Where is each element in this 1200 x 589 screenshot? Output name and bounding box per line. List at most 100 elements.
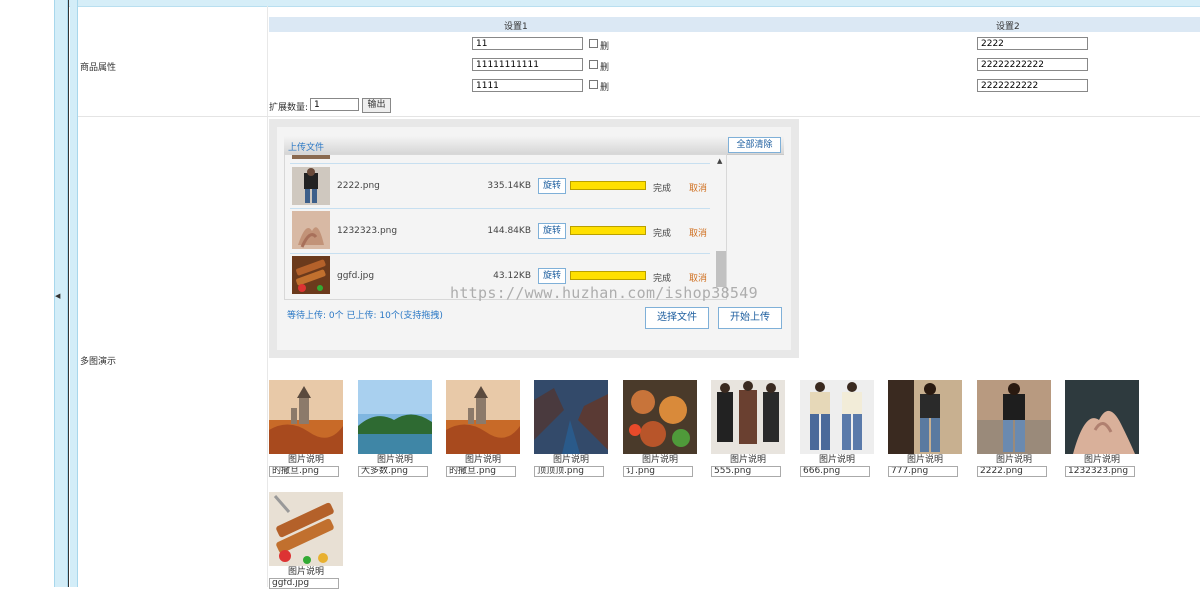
divider <box>68 0 69 587</box>
multi-image-label: 多图演示 <box>80 357 117 367</box>
row-divider <box>78 116 1200 117</box>
cancel-link[interactable]: 取消 <box>689 271 707 284</box>
scroll-up-icon[interactable]: ▲ <box>717 157 722 165</box>
cancel-link[interactable]: 取消 <box>689 226 707 239</box>
select-file-button[interactable]: 选择文件 <box>645 307 709 329</box>
image-filename-input[interactable]: 555.png <box>711 466 781 477</box>
image-caption: 图片说明 <box>464 455 501 465</box>
uploader-title: 上传文件 <box>288 143 325 153</box>
gallery-image[interactable] <box>358 380 432 454</box>
cancel-link[interactable]: 取消 <box>689 181 707 194</box>
gallery-item[interactable]: 图片说明 的撒旦.png <box>446 380 520 477</box>
uploader-header <box>284 136 784 155</box>
gallery-image[interactable] <box>623 380 697 454</box>
gallery-item[interactable]: 图片说明 666.png <box>800 380 874 477</box>
gallery-item[interactable]: 图片说明 777.png <box>888 380 962 477</box>
rotate-button[interactable]: 旋转 <box>538 268 566 284</box>
rotate-button[interactable]: 旋转 <box>538 223 566 239</box>
image-caption: 图片说明 <box>1083 455 1120 465</box>
file-size: 144.84KB <box>487 226 531 236</box>
delete-label: 删 <box>600 83 610 93</box>
image-filename-input[interactable]: 的撒旦.png <box>446 466 516 477</box>
upload-progress-bar <box>570 271 646 280</box>
gallery-image[interactable] <box>977 380 1051 454</box>
attribute-label: 商品属性 <box>80 63 117 73</box>
left-menu-area <box>0 0 54 587</box>
settings-col1-header: 设置1 <box>504 22 528 32</box>
gallery-image[interactable] <box>446 380 520 454</box>
setting1-input[interactable]: 1111 <box>472 79 583 92</box>
image-filename-input[interactable]: 2222.png <box>977 466 1047 477</box>
image-caption: 图片说明 <box>818 455 855 465</box>
image-caption: 图片说明 <box>729 455 766 465</box>
image-filename-input[interactable]: 顶顶顶.png <box>534 466 604 477</box>
delete-label: 删 <box>600 63 610 73</box>
settings-header: 设置1 设置2 <box>269 17 1200 32</box>
image-caption: 图片说明 <box>376 455 413 465</box>
gallery-image[interactable] <box>800 380 874 454</box>
gallery-item[interactable]: 图片说明 1232323.png <box>1065 380 1139 477</box>
image-caption: 图片说明 <box>552 455 589 465</box>
upload-progress-bar <box>570 226 646 235</box>
image-filename-input[interactable]: 1232323.png <box>1065 466 1135 477</box>
file-name: ggfd.jpg <box>337 271 375 281</box>
file-size: 335.14KB <box>487 181 531 191</box>
file-thumbnail <box>292 256 330 294</box>
scrollbar-thumb[interactable] <box>716 251 726 287</box>
expand-count-label: 扩展数量: <box>269 103 309 113</box>
image-filename-input[interactable]: 的撒旦.png <box>269 466 339 477</box>
watermark-text: https://www.huzhan.com/ishop38549 <box>450 284 758 302</box>
upload-status: 完成 <box>653 184 672 194</box>
file-name: 1232323.png <box>337 226 398 236</box>
gallery-item[interactable]: 图片说明 ggfd.jpg <box>269 492 343 589</box>
start-upload-button[interactable]: 开始上传 <box>718 307 782 329</box>
expand-count-input[interactable]: 1 <box>310 98 359 111</box>
gallery-item[interactable]: 图片说明 顶顶顶.png <box>534 380 608 477</box>
delete-label: 删 <box>600 42 610 52</box>
delete-checkbox[interactable] <box>589 60 598 69</box>
file-name: 2222.png <box>337 181 380 191</box>
rotate-button[interactable]: 旋转 <box>538 178 566 194</box>
image-caption: 图片说明 <box>906 455 943 465</box>
delete-checkbox[interactable] <box>589 39 598 48</box>
gallery-image[interactable] <box>269 492 343 566</box>
upload-status: 完成 <box>653 229 672 239</box>
setting2-input[interactable]: 2222 <box>977 37 1088 50</box>
gallery-image[interactable] <box>1065 380 1139 454</box>
partial-file-thumbnail <box>292 155 330 159</box>
gallery-image[interactable] <box>534 380 608 454</box>
upload-summary: 等待上传: 0个 已上传: 10个(支持拖拽) <box>287 311 443 321</box>
file-thumbnail <box>292 211 330 249</box>
image-filename-input[interactable]: 订.png <box>623 466 693 477</box>
gallery-item[interactable]: 图片说明 订.png <box>623 380 697 477</box>
image-caption: 图片说明 <box>995 455 1032 465</box>
setting2-input[interactable]: 2222222222 <box>977 79 1088 92</box>
gallery-image[interactable] <box>269 380 343 454</box>
collapse-left-icon[interactable]: ◀ <box>55 292 60 300</box>
file-thumbnail <box>292 167 330 205</box>
setting1-input[interactable]: 11 <box>472 37 583 50</box>
setting1-input[interactable]: 11111111111 <box>472 58 583 71</box>
settings-col2-header: 设置2 <box>996 22 1020 32</box>
gallery-item[interactable]: 图片说明 555.png <box>711 380 785 477</box>
gallery-image[interactable] <box>711 380 785 454</box>
image-filename-input[interactable]: 666.png <box>800 466 870 477</box>
image-filename-input[interactable]: ggfd.jpg <box>269 578 339 589</box>
gallery-item[interactable]: 图片说明 的撒旦.png <box>269 380 343 477</box>
clear-all-button[interactable]: 全部清除 <box>728 137 781 153</box>
file-size: 43.12KB <box>493 271 531 281</box>
delete-checkbox[interactable] <box>589 80 598 89</box>
gallery-item[interactable]: 图片说明 大多数.png <box>358 380 432 477</box>
divider-strip <box>70 0 78 587</box>
setting2-input[interactable]: 22222222222 <box>977 58 1088 71</box>
image-caption: 图片说明 <box>287 567 324 577</box>
upload-status: 完成 <box>653 274 672 284</box>
upload-progress-bar <box>570 181 646 190</box>
label-column <box>78 6 268 587</box>
image-caption: 图片说明 <box>641 455 678 465</box>
gallery-item[interactable]: 图片说明 2222.png <box>977 380 1051 477</box>
gallery-image[interactable] <box>888 380 962 454</box>
output-button[interactable]: 输出 <box>362 98 391 113</box>
image-filename-input[interactable]: 777.png <box>888 466 958 477</box>
image-filename-input[interactable]: 大多数.png <box>358 466 428 477</box>
